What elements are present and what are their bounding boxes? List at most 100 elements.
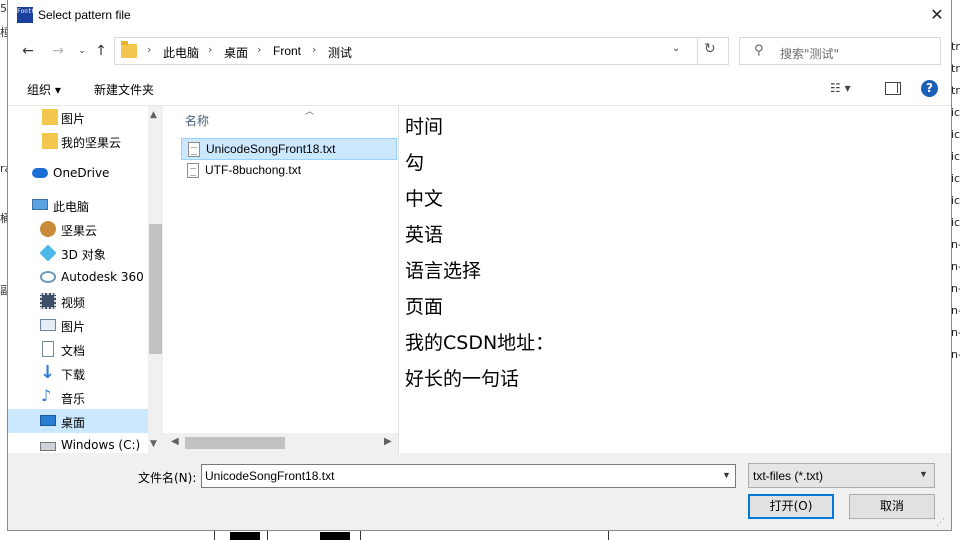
- scroll-right-icon[interactable]: ▶: [384, 436, 392, 447]
- sidebar-item-label: 此电脑: [53, 200, 90, 214]
- chevron-right-icon[interactable]: ›: [312, 43, 316, 56]
- view-options-icon[interactable]: ☷ ▾: [830, 81, 851, 95]
- sidebar-item-autodesk-360[interactable]: Autodesk 360: [8, 265, 148, 289]
- bg-text: tr: [951, 62, 960, 75]
- sidebar-item-my-jianguoyun[interactable]: 我的坚果云: [8, 129, 148, 153]
- sidebar-item-pictures-folder[interactable]: 图片: [8, 106, 148, 129]
- address-bar[interactable]: › 此电脑 › 桌面 › Front › 测试 ⌄ ↻: [114, 37, 729, 65]
- preview-pane: 时间 勾 中文 英语 语言选择 页面 我的CSDN地址： 好长的一句话: [398, 106, 951, 453]
- computer-icon: [32, 199, 48, 210]
- text-file-icon: [188, 142, 200, 157]
- sidebar-item-label: 文档: [61, 344, 86, 358]
- navigation-pane: 图片 我的坚果云 OneDrive 此电脑 坚果云 3D 对象 Autodesk…: [8, 106, 163, 453]
- chevron-down-icon[interactable]: ▼: [722, 470, 731, 480]
- filetype-select[interactable]: txt-files (*.txt) ▼: [748, 463, 935, 488]
- bg-text: ic: [951, 216, 960, 229]
- scroll-left-icon[interactable]: ◀: [171, 436, 179, 447]
- text-file-icon: [187, 163, 199, 178]
- background-window-right: tr tr tr ic ic ic ic ic ic n- n- n- n- n…: [951, 0, 960, 540]
- folder-icon: [42, 133, 58, 149]
- file-row-unicodesongfront18[interactable]: UnicodeSongFront18.txt: [181, 138, 397, 160]
- sidebar-item-label: 视频: [61, 296, 86, 310]
- navigation-bar: ← → ⌄ ↑ › 此电脑 › 桌面 › Front › 测试 ⌄ ↻ ⚲ 搜索…: [8, 31, 951, 71]
- bg-line: [267, 530, 268, 540]
- refresh-icon[interactable]: ↻: [704, 41, 716, 57]
- sidebar-item-label: 下载: [61, 368, 86, 382]
- sidebar-item-documents[interactable]: 文档: [8, 337, 148, 361]
- filename-field[interactable]: UnicodeSongFront18.txt ▼: [201, 464, 736, 488]
- sidebar-item-label: 音乐: [61, 392, 86, 406]
- back-button[interactable]: ←: [18, 41, 38, 61]
- close-button[interactable]: ✕: [924, 4, 950, 26]
- title-bar: FontCvt Select pattern file ✕: [8, 0, 951, 31]
- search-icon: ⚲: [754, 43, 764, 58]
- file-list-hscrollbar[interactable]: ◀ ▶: [163, 433, 398, 453]
- breadcrumb-front[interactable]: Front: [273, 44, 301, 58]
- preview-line: 英语: [405, 224, 444, 246]
- sidebar-item-onedrive[interactable]: OneDrive: [8, 161, 148, 185]
- filename-label: 文件名(N):: [138, 471, 197, 485]
- bg-text: ic: [951, 172, 960, 185]
- bg-text: ic: [951, 150, 960, 163]
- drive-icon: [40, 442, 56, 451]
- search-input[interactable]: 搜索"测试": [780, 45, 839, 62]
- chevron-right-icon[interactable]: ›: [257, 43, 261, 56]
- sidebar-item-jianguoyun[interactable]: 坚果云: [8, 217, 148, 241]
- column-header-name[interactable]: 名称: [185, 112, 209, 129]
- scroll-up-icon[interactable]: ▲: [150, 110, 157, 120]
- chevron-right-icon[interactable]: ›: [208, 43, 212, 56]
- organize-button[interactable]: 组织 ▾: [27, 81, 61, 98]
- cloud-icon: [32, 168, 48, 178]
- file-name: UTF-8buchong.txt: [205, 163, 302, 177]
- sidebar-item-label: Autodesk 360: [61, 270, 144, 284]
- preview-line: 好长的一句话: [405, 368, 520, 390]
- file-name: UnicodeSongFront18.txt: [206, 142, 336, 156]
- sidebar-item-windows-c[interactable]: Windows (C:): [8, 433, 148, 453]
- sidebar-item-label: Windows (C:): [61, 438, 141, 452]
- scrollbar-thumb[interactable]: [185, 437, 285, 449]
- file-row-utf8buchong[interactable]: UTF-8buchong.txt: [181, 160, 397, 182]
- cube-icon: [39, 244, 57, 262]
- sidebar-item-this-pc[interactable]: 此电脑: [8, 193, 148, 217]
- sidebar-item-downloads[interactable]: ↓ 下载: [8, 361, 148, 385]
- arrow-up-icon: ↑: [95, 43, 107, 59]
- new-folder-button[interactable]: 新建文件夹: [94, 81, 154, 98]
- sidebar-item-3d-objects[interactable]: 3D 对象: [8, 241, 148, 265]
- file-list: ︿ 名称 UnicodeSongFront18.txt UTF-8buchong…: [163, 106, 398, 453]
- chevron-down-icon: ⌄: [78, 46, 86, 56]
- preview-line: 中文: [405, 188, 444, 210]
- resize-grip-icon[interactable]: ⋰: [936, 518, 945, 528]
- breadcrumb-desktop[interactable]: 桌面: [224, 44, 248, 61]
- breadcrumb-this-pc[interactable]: 此电脑: [163, 44, 199, 61]
- open-button[interactable]: 打开(O): [748, 494, 834, 519]
- preview-pane-icon[interactable]: [885, 82, 901, 95]
- video-icon: [40, 293, 56, 309]
- cancel-button[interactable]: 取消: [849, 494, 935, 519]
- bg-text: tr: [951, 40, 960, 53]
- sidebar-item-videos[interactable]: 视频: [8, 289, 148, 313]
- bg-text: ic: [951, 106, 960, 119]
- scroll-down-icon[interactable]: ▼: [150, 439, 157, 449]
- divider: [697, 38, 698, 64]
- scrollbar-thumb[interactable]: [149, 224, 162, 354]
- bg-text: tr: [951, 84, 960, 97]
- up-button[interactable]: ↑: [91, 41, 111, 61]
- filetype-value: txt-files (*.txt): [753, 469, 824, 483]
- sidebar-scrollbar[interactable]: ▲ ▼: [148, 106, 163, 453]
- breadcrumb-test[interactable]: 测试: [328, 44, 352, 61]
- sidebar-item-pictures[interactable]: 图片: [8, 313, 148, 337]
- sidebar-item-music[interactable]: ♪ 音乐: [8, 385, 148, 409]
- sidebar-item-label: 图片: [61, 112, 86, 126]
- window-title: Select pattern file: [38, 8, 131, 22]
- help-icon[interactable]: ?: [921, 80, 938, 97]
- download-icon: ↓: [40, 362, 56, 383]
- bg-block: [320, 532, 350, 540]
- recent-locations-button[interactable]: ⌄: [72, 41, 92, 61]
- preview-line: 勾: [405, 152, 425, 174]
- folder-icon: [121, 41, 137, 58]
- address-dropdown-icon[interactable]: ⌄: [672, 43, 680, 54]
- chevron-right-icon[interactable]: ›: [147, 43, 151, 56]
- sidebar-item-desktop[interactable]: 桌面: [8, 409, 148, 433]
- search-box[interactable]: ⚲ 搜索"测试": [739, 37, 941, 65]
- forward-button[interactable]: →: [48, 41, 68, 61]
